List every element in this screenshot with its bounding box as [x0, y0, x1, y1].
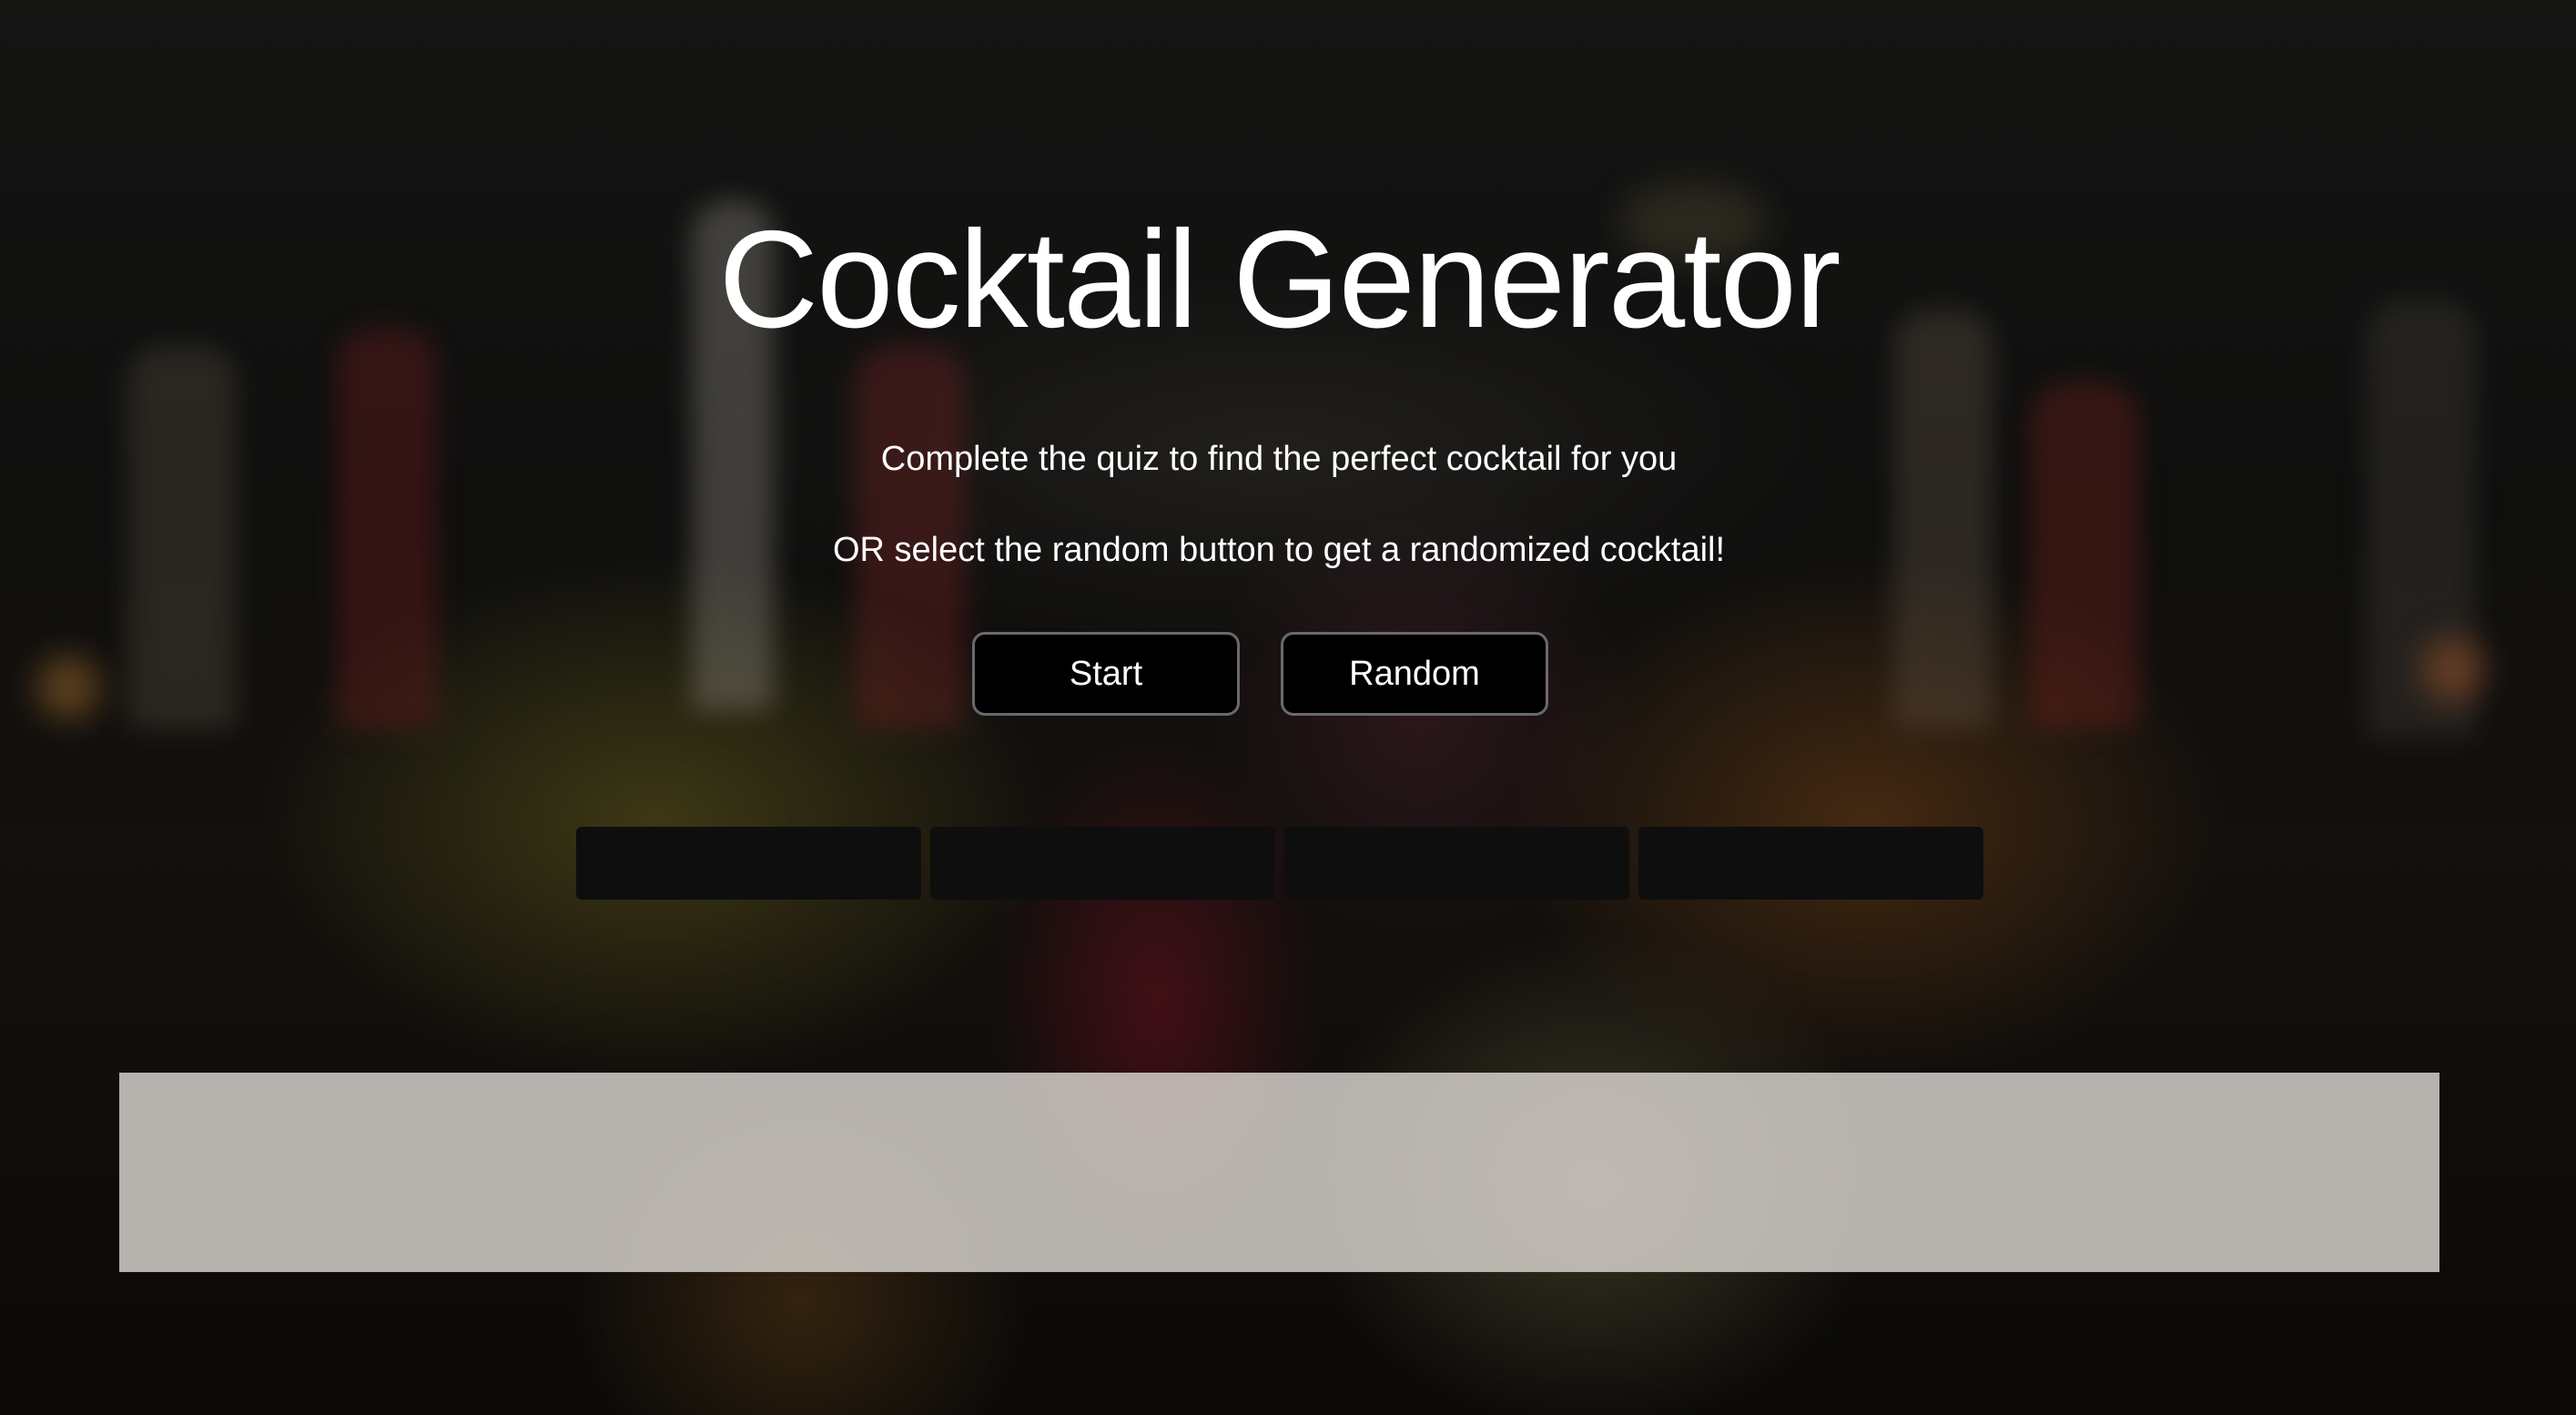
- subtitle-quiz: Complete the quiz to find the perfect co…: [880, 440, 1678, 478]
- cocktail-result-panel: [119, 1073, 2439, 1272]
- main-content: Cocktail Generator Complete the quiz to …: [0, 0, 2576, 1415]
- page-background: Cocktail Generator Complete the quiz to …: [0, 0, 2576, 1415]
- subtitle-random: OR select the random button to get a ran…: [832, 531, 1726, 569]
- start-button[interactable]: Start: [972, 632, 1240, 716]
- page-title: Cocktail Generator: [718, 202, 1841, 357]
- quiz-option-3[interactable]: [1284, 827, 1629, 900]
- quiz-options-row: [576, 827, 1983, 900]
- quiz-option-2[interactable]: [930, 827, 1275, 900]
- random-button[interactable]: Random: [1281, 632, 1548, 716]
- quiz-option-4[interactable]: [1638, 827, 1983, 900]
- quiz-option-1[interactable]: [576, 827, 921, 900]
